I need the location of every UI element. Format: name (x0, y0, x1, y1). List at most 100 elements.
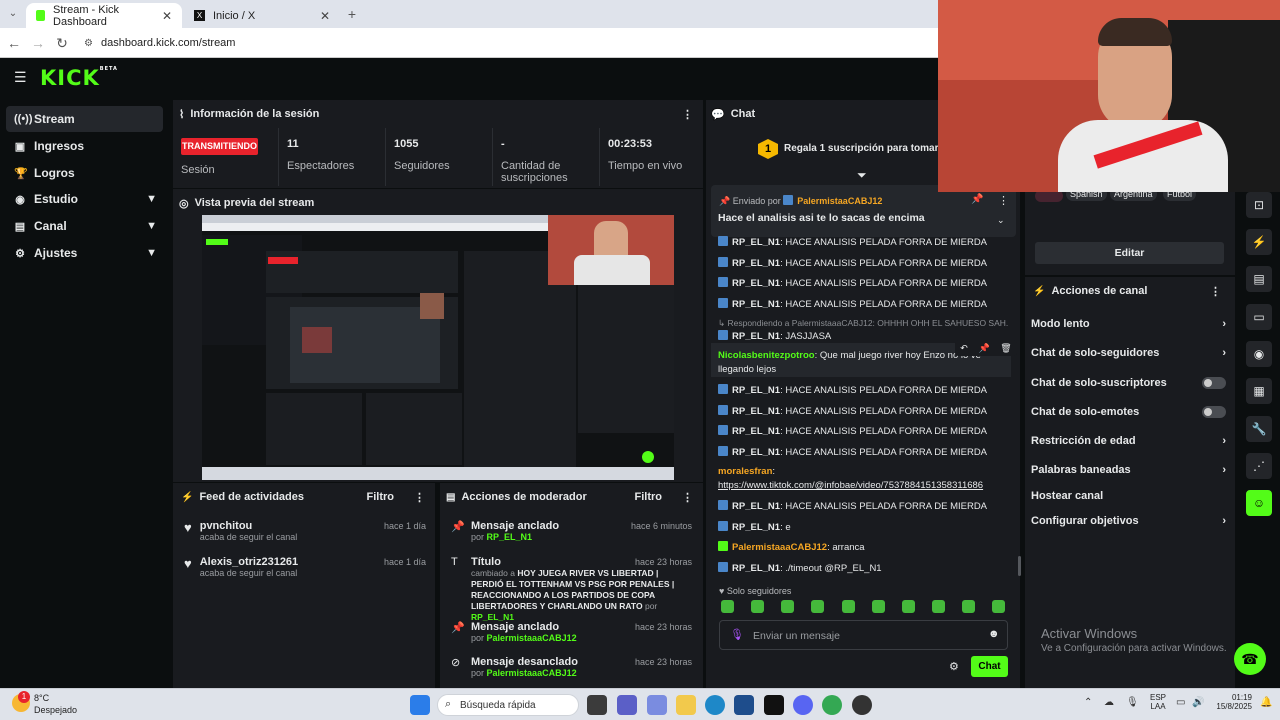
edge-icon[interactable] (705, 695, 725, 715)
more-options-icon[interactable]: ⋮ (414, 491, 425, 504)
chat-message[interactable]: Nicolasbenitezpotroo: Que mal juego rive… (718, 350, 981, 361)
edit-button[interactable]: Editar (1035, 242, 1224, 264)
chat-message[interactable]: RP_EL_N1: HACE ANALISIS PELADA FORRA DE … (718, 257, 987, 269)
action-host-channel[interactable]: Hostear canal (1031, 490, 1226, 502)
layout-icon[interactable]: ▦ (1246, 378, 1272, 404)
store-icon[interactable] (734, 695, 754, 715)
more-options-icon[interactable]: ⋮ (682, 491, 693, 504)
close-tab-icon[interactable]: ✕ (162, 9, 172, 23)
sidebar-item-logros[interactable]: 🏆 Logros (6, 160, 163, 186)
pin-icon[interactable]: 📌 (971, 194, 983, 205)
help-icon[interactable]: ☎ (1234, 643, 1266, 675)
feed-user[interactable]: pvnchitou (200, 520, 298, 532)
mic-tray-icon[interactable]: 🎙 (1126, 697, 1139, 708)
action-banned-words[interactable]: Palabras baneadas › (1031, 464, 1226, 476)
chat-message[interactable]: RP_EL_N1: HACE ANALISIS PELADA FORRA DE … (718, 277, 987, 289)
share-icon[interactable]: ⋰ (1246, 453, 1272, 479)
tab-x-inicio[interactable]: X Inicio / X ✕ (184, 3, 340, 28)
mic-icon[interactable]: 🎙 (730, 628, 744, 641)
kick-logo[interactable]: KICKBETA (40, 66, 118, 90)
reload-icon[interactable]: ↻ (53, 34, 71, 52)
stream-preview-video[interactable] (202, 215, 674, 480)
more-options-icon[interactable]: ⋮ (1210, 285, 1221, 298)
sidebar-item-stream[interactable]: ((•)) Stream (6, 106, 163, 132)
avatar-icon[interactable]: ☺ (1246, 490, 1272, 516)
chat-message[interactable]: RP_EL_N1: e (718, 521, 791, 533)
chrome-icon[interactable] (822, 695, 842, 715)
chat-message[interactable]: RP_EL_N1: ./timeout @RP_EL_N1 (718, 562, 882, 574)
emote-icon[interactable] (902, 600, 915, 613)
filter-button[interactable]: Filtro (635, 491, 663, 503)
chat-settings-icon[interactable]: ⚙ (949, 660, 959, 673)
close-tab-icon[interactable]: ✕ (320, 9, 330, 23)
action-emotes-only[interactable]: Chat de solo-emotes (1031, 406, 1226, 418)
chevron-down-icon[interactable]: ⌄ (997, 215, 1005, 226)
url-field[interactable]: ⚙ dashboard.kick.com/stream (84, 32, 934, 54)
mod-action-user[interactable]: PalermistaaaCABJ12 (487, 668, 577, 678)
chat-message[interactable]: PalermistaaaCABJ12: arranca (718, 541, 865, 553)
tab-list-icon[interactable]: ⌄ (4, 5, 22, 23)
filter-button[interactable]: Filtro (367, 491, 395, 503)
volume-icon[interactable]: 🔊 (1192, 697, 1204, 708)
obs-icon[interactable] (852, 695, 872, 715)
sidebar-item-estudio[interactable]: ◉ Estudio ▼ (6, 186, 163, 212)
emoji-icon[interactable]: ☻ (988, 628, 1000, 640)
emote-icon[interactable] (721, 600, 734, 613)
network-icon[interactable]: ▭ (1176, 697, 1185, 708)
emote-icon[interactable] (811, 600, 824, 613)
bolt-icon[interactable]: ⚡ (1246, 229, 1272, 255)
tray-chevron-up-icon[interactable]: ⌃ (1084, 697, 1092, 708)
new-tab-icon[interactable]: + (343, 5, 361, 23)
emote-icon[interactable] (962, 600, 975, 613)
clock[interactable]: 01:19 15/8/2025 (1212, 693, 1252, 711)
chat-message[interactable]: moralesfran: (718, 466, 775, 477)
delete-icon[interactable]: 🗑 (1000, 343, 1011, 354)
chat-message[interactable]: RP_EL_N1: HACE ANALISIS PELADA FORRA DE … (718, 446, 987, 458)
tab-kick-dashboard[interactable]: Stream - Kick Dashboard ✕ (26, 3, 182, 28)
chat-link[interactable]: https://www.tiktok.com/@infobae/video/75… (718, 480, 983, 491)
pin-icon[interactable]: 📌 (978, 343, 989, 354)
feed-user[interactable]: Alexis_otriz231261 (200, 556, 298, 568)
wrench-icon[interactable]: 🔧 (1246, 416, 1272, 442)
chat-bubble-icon[interactable]: ▭ (1246, 304, 1272, 330)
task-view-icon[interactable] (587, 695, 607, 715)
action-age-restriction[interactable]: Restricción de edad › (1031, 435, 1226, 447)
action-slow-mode[interactable]: Modo lento › (1031, 318, 1226, 330)
cloud-icon[interactable]: ☁ (1104, 697, 1114, 708)
file-explorer-icon[interactable] (676, 695, 696, 715)
chat-message[interactable]: RP_EL_N1: HACE ANALISIS PELADA FORRA DE … (718, 236, 987, 248)
more-options-icon[interactable]: ⋮ (682, 108, 693, 121)
send-chat-button[interactable]: Chat (971, 656, 1008, 677)
reply-icon[interactable]: ↶ (960, 343, 968, 354)
site-info-icon[interactable]: ⚙ (84, 38, 93, 49)
chat-message[interactable]: RP_EL_N1: HACE ANALISIS PELADA FORRA DE … (718, 384, 987, 396)
language-indicator[interactable]: ESP LAA (1150, 693, 1166, 711)
chat-message[interactable]: RP_EL_N1: JASJJASA (718, 330, 831, 342)
action-configure-goals[interactable]: Configurar objetivos › (1031, 515, 1226, 527)
discord-icon[interactable] (793, 695, 813, 715)
chat-message[interactable]: RP_EL_N1: HACE ANALISIS PELADA FORRA DE … (718, 500, 987, 512)
forward-icon[interactable]: → (29, 34, 47, 52)
mod-action-user[interactable]: RP_EL_N1 (487, 532, 533, 542)
emote-icon[interactable] (842, 600, 855, 613)
broadcast-icon[interactable]: ◉ (1246, 341, 1272, 367)
emotes-only-toggle[interactable] (1202, 406, 1226, 418)
more-options-icon[interactable]: ⋮ (998, 194, 1009, 207)
emote-icon[interactable] (992, 600, 1005, 613)
sidebar-item-canal[interactable]: ▤ Canal ▼ (6, 213, 163, 239)
chat-message[interactable]: RP_EL_N1: HACE ANALISIS PELADA FORRA DE … (718, 298, 987, 310)
gift-sub-text[interactable]: Regala 1 suscripción para tomar la po (784, 143, 938, 154)
sidebar-item-ajustes[interactable]: ⚙ Ajustes ▼ (6, 240, 163, 266)
pinned-collapse-icon[interactable]: ⏷ (857, 168, 867, 183)
emote-icon[interactable] (932, 600, 945, 613)
back-icon[interactable]: ← (5, 34, 23, 52)
copilot-icon[interactable] (647, 695, 667, 715)
windows-start-icon[interactable] (410, 695, 430, 715)
mod-action-user[interactable]: PalermistaaaCABJ12 (487, 633, 577, 643)
action-subscribers-only[interactable]: Chat de solo-suscriptores (1031, 377, 1226, 389)
menu-icon[interactable]: ☰ (14, 69, 28, 86)
tiktok-icon[interactable] (764, 695, 784, 715)
chat-scrollbar[interactable] (1018, 556, 1021, 576)
emote-icon[interactable] (872, 600, 885, 613)
chat-message[interactable]: RP_EL_N1: HACE ANALISIS PELADA FORRA DE … (718, 405, 987, 417)
